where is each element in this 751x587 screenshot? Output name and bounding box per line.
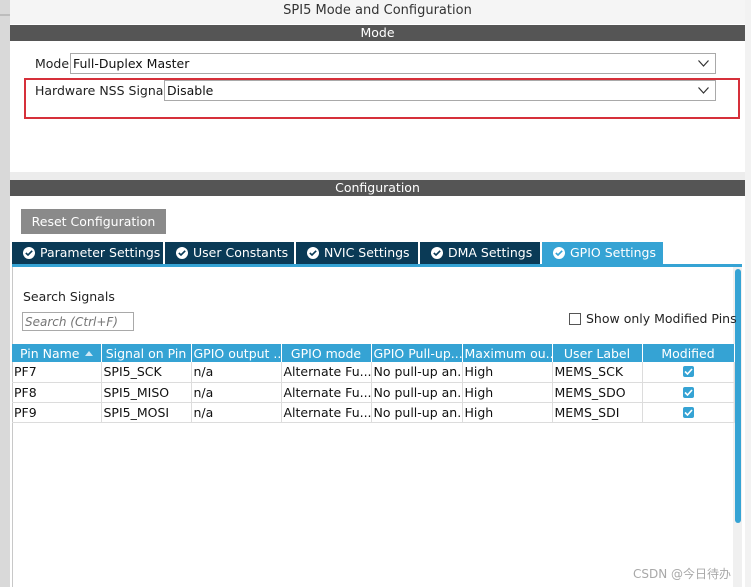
cell-user-label: MEMS_SDO [552, 382, 643, 403]
column-header-gpio-mode[interactable]: GPIO mode [281, 344, 372, 362]
cell-pin-name: PF9 [12, 402, 102, 423]
table-row[interactable]: PF7 SPI5_SCK n/a Alternate Fu... No pull… [12, 362, 735, 383]
check-circle-icon [553, 247, 565, 259]
column-header-signal-on-pin[interactable]: Signal on Pin [101, 344, 192, 362]
column-header-user-label[interactable]: User Label [552, 344, 643, 362]
chevron-down-icon [698, 60, 709, 67]
cell-gpio-pull: No pull-up an... [371, 382, 463, 403]
cell-user-label: MEMS_SDI [552, 402, 643, 423]
cell-gpio-mode: Alternate Fu... [281, 362, 372, 383]
column-header-gpio-output[interactable]: GPIO output ... [191, 344, 282, 362]
sort-ascending-icon [84, 350, 93, 356]
cell-gpio-output: n/a [191, 382, 282, 403]
cell-user-label: MEMS_SCK [552, 362, 643, 383]
column-header-modified[interactable]: Modified [642, 344, 735, 362]
check-circle-icon [23, 247, 35, 259]
cell-modified[interactable] [642, 362, 735, 383]
check-circle-icon [307, 247, 319, 259]
modified-check-icon[interactable] [682, 366, 694, 378]
tab-label: Parameter Settings [40, 245, 161, 260]
cell-gpio-pull: No pull-up an... [371, 362, 463, 383]
cell-modified[interactable] [642, 402, 735, 423]
cell-max-output: High [462, 362, 553, 383]
cell-signal: SPI5_SCK [101, 362, 192, 383]
table-row[interactable]: PF8 SPI5_MISO n/a Alternate Fu... No pul… [12, 382, 735, 403]
mode-label: Mode [35, 56, 70, 71]
tab-dma-settings[interactable]: DMA Settings [420, 242, 542, 264]
cell-pin-name: PF7 [12, 362, 102, 383]
tab-label: User Constants [193, 245, 289, 260]
configuration-section-header: Configuration [10, 180, 745, 196]
check-circle-icon [176, 247, 188, 259]
show-modified-label: Show only Modified Pins [586, 311, 737, 326]
reset-configuration-button[interactable]: Reset Configuration [21, 209, 166, 234]
tab-parameter-settings[interactable]: Parameter Settings [12, 242, 165, 264]
cell-gpio-mode: Alternate Fu... [281, 382, 372, 403]
tab-nvic-settings[interactable]: NVIC Settings [296, 242, 420, 264]
cell-gpio-output: n/a [191, 362, 282, 383]
modified-check-icon[interactable] [682, 386, 694, 398]
window-title: SPI5 Mode and Configuration [10, 0, 745, 24]
tab-user-constants[interactable]: User Constants [165, 242, 296, 264]
tab-label: GPIO Settings [570, 245, 656, 260]
panel-separator[interactable] [10, 172, 745, 180]
show-modified-checkbox[interactable] [569, 313, 581, 325]
window-frame-left [0, 0, 10, 587]
nss-highlight-box [24, 78, 740, 119]
check-circle-icon [431, 247, 443, 259]
search-signals-input[interactable] [22, 312, 134, 331]
cell-modified[interactable] [642, 382, 735, 403]
mode-dropdown[interactable]: Full-Duplex Master [70, 53, 716, 74]
csdn-watermark: CSDN @今日待办 [633, 567, 732, 581]
modified-check-icon[interactable] [682, 406, 694, 418]
cell-max-output: High [462, 402, 553, 423]
column-header-pin-name[interactable]: Pin Name [12, 344, 102, 362]
cell-max-output: High [462, 382, 553, 403]
tab-label: DMA Settings [448, 245, 533, 260]
cell-gpio-output: n/a [191, 402, 282, 423]
cell-pin-name: PF8 [12, 382, 102, 403]
table-row[interactable]: PF9 SPI5_MOSI n/a Alternate Fu... No pul… [12, 402, 735, 423]
mode-section-header: Mode [10, 25, 745, 41]
search-signals-label: Search Signals [23, 289, 115, 304]
gpio-table: Pin Name Signal on Pin GPIO output ... G… [12, 344, 735, 423]
cell-signal: SPI5_MOSI [101, 402, 192, 423]
scrollbar-thumb[interactable] [735, 269, 741, 523]
cell-gpio-mode: Alternate Fu... [281, 402, 372, 423]
column-header-gpio-pull[interactable]: GPIO Pull-up... [371, 344, 463, 362]
mode-dropdown-value: Full-Duplex Master [73, 56, 190, 71]
window-frame-right [745, 0, 751, 587]
column-header-maximum-output[interactable]: Maximum ou... [462, 344, 553, 362]
cell-gpio-pull: No pull-up an... [371, 402, 463, 423]
tab-label: NVIC Settings [324, 245, 410, 260]
tab-gpio-settings[interactable]: GPIO Settings [542, 242, 665, 264]
table-header-row: Pin Name Signal on Pin GPIO output ... G… [12, 344, 735, 362]
cell-signal: SPI5_MISO [101, 382, 192, 403]
